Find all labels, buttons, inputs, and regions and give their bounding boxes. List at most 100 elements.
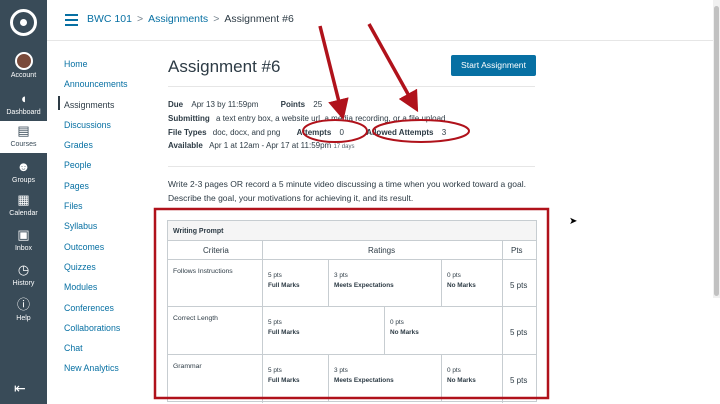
course-nav-announcements[interactable]: Announcements [64,78,154,98]
global-nav-groups[interactable]: ☻ Groups [0,159,47,184]
submitting-row: Submitting a text entry box, a website u… [168,114,445,123]
ratings-header: Ratings [368,246,396,255]
hamburger-menu-icon[interactable] [65,14,78,29]
criterion-points: 5 pts [510,376,528,385]
attempts-value: 0 [339,128,344,137]
pts-header: Pts [511,246,523,255]
table-row: Correct Length 5 pts Full Marks 0 pts No… [168,307,536,355]
active-nav-indicator [58,96,60,110]
criterion-name: Follows Instructions [173,268,233,275]
rating-cell[interactable]: 5 pts Full Marks [268,271,300,291]
submitting-label: Submitting [168,114,210,123]
inbox-icon: ▣ [17,227,30,242]
rating-divider [328,260,329,307]
rubric-header-row: Criteria Ratings Pts [168,241,536,260]
global-nav-help[interactable]: ⓘ Help [0,297,47,322]
rating-description: Meets Expectations [334,282,394,289]
calendar-icon: ▦ [17,192,30,207]
available-row: Available Apr 1 at 12am - Apr 17 at 11:5… [168,141,354,150]
course-nav: Home Announcements Assignments Discussio… [64,58,154,383]
global-nav-calendar[interactable]: ▦ Calendar [0,192,47,217]
filetypes-label: File Types [168,128,207,137]
rating-points: 5 pts [268,272,282,279]
available-value: Apr 1 at 12am - Apr 17 at 11:59pm [209,141,332,150]
course-nav-syllabus[interactable]: Syllabus [64,220,154,240]
collapse-nav-icon[interactable]: ⇤ [14,380,26,397]
title-divider [168,86,535,87]
rating-description: Full Marks [268,282,300,289]
top-bar: BWC 101 > Assignments > Assignment #6 [47,0,720,40]
page-title: Assignment #6 [168,57,281,76]
rating-divider [441,260,442,307]
rating-cell[interactable]: 0 pts No Marks [447,271,476,291]
course-nav-files[interactable]: Files [64,200,154,220]
global-nav-courses[interactable]: ▤ Courses [0,121,47,153]
available-label: Available [168,141,203,150]
global-nav-history[interactable]: ◷ History [0,262,47,287]
rating-cell[interactable]: 0 pts No Marks [447,366,476,386]
scrollbar-thumb[interactable] [714,6,719,296]
rating-divider [441,355,442,402]
course-nav-chat[interactable]: Chat [64,342,154,362]
help-icon: ⓘ [16,297,30,312]
book-icon: ▤ [17,123,30,138]
avatar [14,52,33,70]
global-nav-account[interactable]: Account [0,52,47,79]
breadcrumb-separator: > [136,13,144,25]
course-nav-home[interactable]: Home [64,58,154,78]
rating-cell[interactable]: 5 pts Full Marks [268,318,300,338]
course-nav-assignments[interactable]: Assignments [64,99,154,119]
breadcrumb-current: Assignment #6 [224,13,294,25]
course-nav-quizzes[interactable]: Quizzes [64,261,154,281]
rating-description: Full Marks [268,329,300,336]
rating-points: 0 pts [390,319,404,326]
points-value: 25 [313,100,323,109]
clock-icon: ◷ [17,262,30,277]
global-nav: Account ◖ Dashboard ▤ Courses ☻ Groups ▦… [0,0,47,404]
rating-divider [328,355,329,402]
breadcrumb: BWC 101 > Assignments > Assignment #6 [87,13,294,25]
rating-points: 3 pts [334,367,348,374]
global-nav-label: Calendar [9,210,38,217]
course-nav-new-analytics[interactable]: New Analytics [64,362,154,382]
rating-description: Meets Expectations [334,377,394,384]
rating-cell[interactable]: 3 pts Meets Expectations [334,271,394,291]
course-nav-grades[interactable]: Grades [64,139,154,159]
breadcrumb-assignments-link[interactable]: Assignments [148,13,208,25]
rating-description: No Marks [390,329,419,336]
rubric-table: Writing Prompt Criteria Ratings Pts Foll… [167,220,537,403]
global-nav-label: Dashboard [6,109,41,116]
rating-cell[interactable]: 5 pts Full Marks [268,366,300,386]
course-nav-pages[interactable]: Pages [64,180,154,200]
global-nav-label: Account [10,72,37,79]
canvas-logo-icon[interactable] [10,9,37,36]
global-nav-dashboard[interactable]: ◖ Dashboard [0,91,47,116]
rating-divider [384,307,385,355]
criterion-name: Correct Length [173,315,218,322]
course-nav-conferences[interactable]: Conferences [64,302,154,322]
breadcrumb-course-link[interactable]: BWC 101 [87,13,132,25]
attempts-label: Attempts [296,128,332,137]
course-nav-outcomes[interactable]: Outcomes [64,241,154,261]
due-value: Apr 13 by 11:59pm [191,100,259,109]
global-nav-inbox[interactable]: ▣ Inbox [0,227,47,252]
rating-description: No Marks [447,282,476,289]
rating-points: 5 pts [268,367,282,374]
start-assignment-button[interactable]: Start Assignment [451,55,536,76]
global-nav-label: Inbox [14,245,33,252]
course-nav-discussions[interactable]: Discussions [64,119,154,139]
rating-points: 0 pts [447,367,461,374]
course-nav-collaborations[interactable]: Collaborations [64,322,154,342]
course-nav-people[interactable]: People [64,159,154,179]
top-divider [47,40,720,41]
available-days: 17 days [333,144,355,150]
due-row: Due Apr 13 by 11:59pm Points 25 [168,100,322,109]
rating-cell[interactable]: 3 pts Meets Expectations [334,366,394,386]
rating-cell[interactable]: 0 pts No Marks [390,318,419,338]
rating-points: 3 pts [334,272,348,279]
details-divider [168,166,535,167]
rating-points: 5 pts [268,319,282,326]
rating-description: Full Marks [268,377,300,384]
course-nav-modules[interactable]: Modules [64,281,154,301]
allowed-attempts-label: Allowed Attempts [366,128,434,137]
